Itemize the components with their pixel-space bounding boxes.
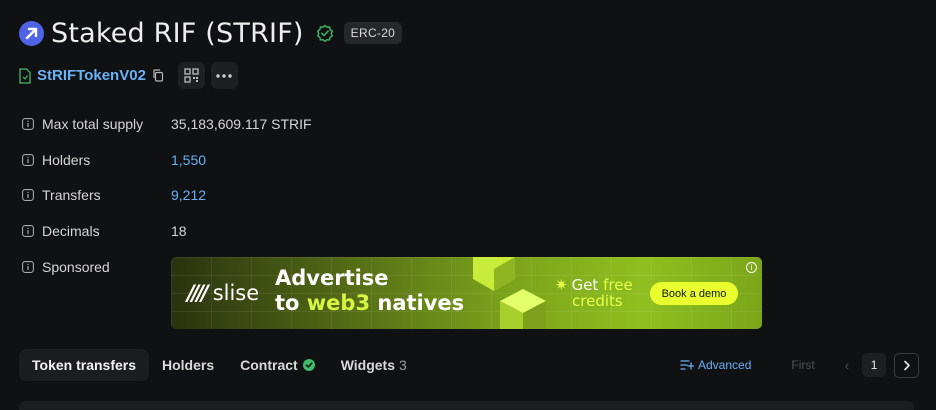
- detail-label: Sponsored: [42, 259, 110, 275]
- info-icon[interactable]: [22, 261, 34, 273]
- detail-sponsored: Sponsored: [22, 258, 171, 276]
- detail-holders: Holders 1,550: [22, 151, 206, 169]
- token-header: Staked RIF (STRIF) ERC-20: [19, 16, 403, 50]
- contract-file-icon: [19, 67, 31, 84]
- first-page-button[interactable]: First: [791, 358, 814, 372]
- current-page-indicator[interactable]: 1: [862, 353, 887, 377]
- filter-lines-icon: [680, 360, 694, 370]
- banner-headline: Advertise to web3 natives: [275, 266, 464, 316]
- page-title: Staked RIF (STRIF): [51, 17, 304, 49]
- detail-label: Transfers: [42, 187, 101, 203]
- slise-logo-text: slise: [212, 281, 260, 305]
- ad-info-icon[interactable]: i: [746, 262, 757, 273]
- info-icon[interactable]: [22, 225, 34, 237]
- detail-label: Decimals: [42, 223, 100, 239]
- tab-holders[interactable]: Holders: [149, 349, 227, 381]
- table-toolbar: Advanced First ‹ 1: [680, 352, 920, 378]
- sponsored-banner[interactable]: //// slise Advertise to web3 natives ✷ Ge…: [171, 257, 762, 329]
- qr-code-button[interactable]: [177, 62, 205, 89]
- token-type-badge: ERC-20: [343, 22, 403, 44]
- tab-contract[interactable]: Contract: [227, 349, 328, 381]
- tab-widgets[interactable]: Widgets 3: [328, 349, 420, 381]
- transfers-table-header: [19, 401, 914, 410]
- info-icon[interactable]: [22, 154, 34, 166]
- tab-label: Widgets: [340, 357, 396, 373]
- cube-graphic-icon: [500, 289, 546, 329]
- contract-link[interactable]: StRIFTokenV02: [37, 67, 146, 84]
- verified-check-icon: [302, 359, 315, 371]
- sparkle-icon: ✷: [555, 276, 568, 294]
- banner-headline-line1: Advertise: [275, 266, 389, 290]
- token-logo-icon: [19, 20, 44, 46]
- chevron-right-icon: [903, 360, 910, 370]
- book-demo-button[interactable]: Book a demo: [650, 282, 738, 305]
- banner-offer: ✷ Get free credits: [555, 277, 633, 309]
- detail-value: 35,183,609.117 STRIF: [171, 116, 312, 132]
- contract-row: StRIFTokenV02: [19, 62, 238, 89]
- detail-label: Max total supply: [42, 116, 144, 132]
- tab-label: Token transfers: [32, 357, 136, 373]
- tab-label: Contract: [240, 357, 298, 373]
- detail-label: Holders: [42, 152, 91, 168]
- detail-transfers: Transfers 9,212: [22, 186, 206, 204]
- slise-logo: //// slise: [187, 281, 259, 305]
- banner-offer-line1: ✷ Get free: [555, 277, 633, 293]
- copy-icon[interactable]: [152, 69, 164, 82]
- next-page-button[interactable]: [894, 352, 920, 378]
- banner-headline-accent: web3: [306, 291, 371, 315]
- slise-logo-bars: ////: [187, 281, 209, 305]
- banner-headline-to: to: [275, 291, 307, 315]
- token-tabs: Token transfers Holders Contract Widgets…: [19, 349, 420, 381]
- cube-graphic-icon: [473, 257, 515, 291]
- advanced-filter-button[interactable]: Advanced: [680, 358, 751, 372]
- info-icon[interactable]: [22, 189, 34, 201]
- holders-count-link[interactable]: 1,550: [171, 152, 206, 168]
- info-icon[interactable]: [22, 118, 34, 130]
- verified-check-icon: [316, 24, 334, 42]
- detail-decimals: Decimals 18: [22, 222, 187, 240]
- tab-token-transfers[interactable]: Token transfers: [19, 349, 149, 381]
- banner-headline-rest: natives: [370, 291, 465, 315]
- tab-count: 3: [399, 357, 407, 373]
- more-options-button[interactable]: [210, 62, 238, 89]
- qr-code-icon: [184, 68, 199, 83]
- tab-label: Holders: [162, 357, 215, 373]
- more-dots-icon: [216, 73, 233, 78]
- banner-headline-line2: to web3 natives: [275, 291, 464, 316]
- detail-value: 18: [171, 223, 187, 239]
- transfers-count-link[interactable]: 9,212: [171, 187, 206, 203]
- advanced-label: Advanced: [698, 358, 752, 372]
- previous-page-button[interactable]: ‹: [845, 358, 849, 373]
- banner-offer-credits: credits: [572, 292, 623, 310]
- detail-max-total-supply: Max total supply 35,183,609.117 STRIF: [22, 115, 312, 133]
